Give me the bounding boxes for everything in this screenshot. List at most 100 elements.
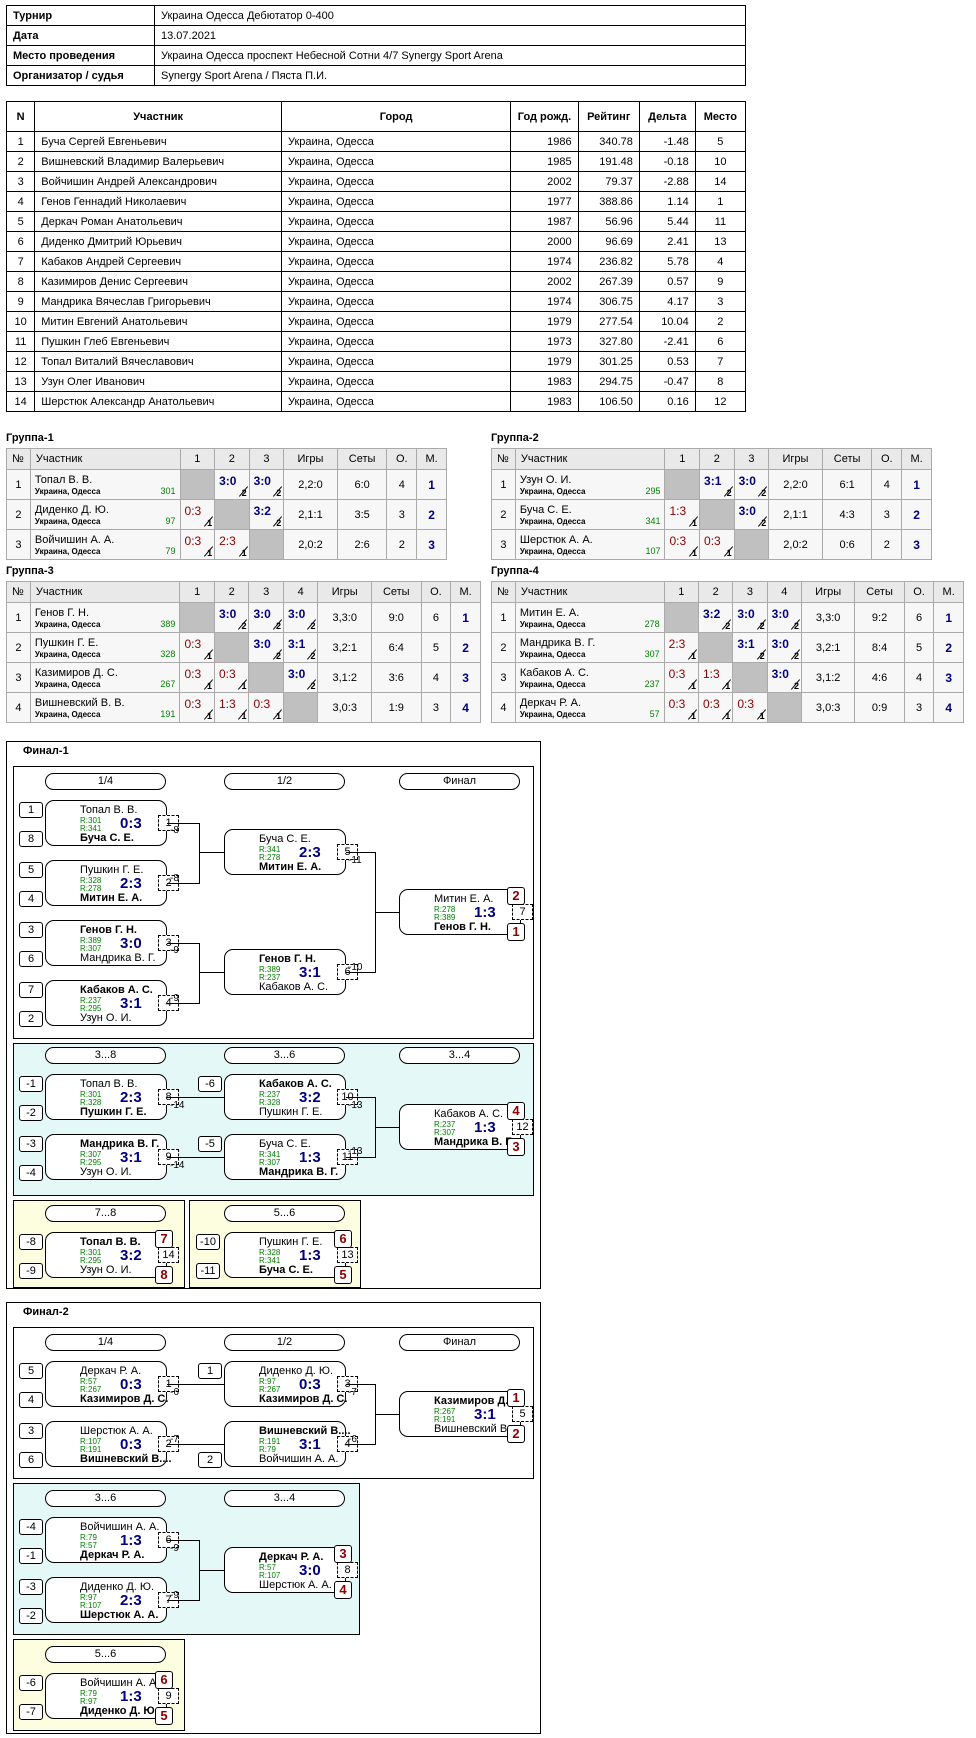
player-cell: Шерстюк А. А. Украина, Одесса 107 <box>514 529 666 560</box>
player-city: Украина, Одесса <box>519 679 586 689</box>
loser-label: -11 <box>348 855 362 866</box>
player-rating: 57 <box>649 709 660 719</box>
player-cell: Генов Г. Н. Украина, Одесса 389 <box>29 602 181 633</box>
table-cell: 2.41 <box>638 231 696 252</box>
match-box: Митин Е. А. R:278 R:389 Генов Г. Н. 1:3 7 <box>399 889 533 935</box>
bracket-line <box>346 1384 376 1385</box>
player-rating: 295 <box>645 486 661 496</box>
score-cell: 3:0 2 <box>213 602 250 633</box>
place-cell: 1 <box>933 602 964 633</box>
match-score: 1:3 <box>120 1532 142 1549</box>
points-cell: 5 <box>420 632 452 663</box>
score-cell: 3:0 2 <box>733 469 770 500</box>
column-header: Участник <box>34 101 282 132</box>
col-sets: Сеты <box>854 581 905 603</box>
group-row: 1 Митин Е. А. Украина, Одесса 278 3:2 2 3:0 2 3:… <box>491 602 964 633</box>
loser-label: -8 <box>170 873 179 884</box>
table-cell: 2 <box>694 311 747 332</box>
info-value: Украина Одесса проспект Небесной Сотни 4… <box>154 45 746 66</box>
table-cell: 13 <box>5 371 36 392</box>
match-number: 14 <box>158 1247 179 1263</box>
table-cell: Буча Сергей Евгеньевич <box>34 131 282 152</box>
score-cell: 3:0 2 <box>282 602 319 633</box>
match-box: Диденко Д. Ю. R:97 R:267 Казимиров Д. С. 0:3… <box>224 1361 358 1407</box>
match-score: 2:3 <box>299 844 321 861</box>
info-row: Организатор / судья Synergy Sport Arena /… <box>6 65 746 86</box>
round-pill: 3...4 <box>224 1490 345 1507</box>
score: 2:3 <box>668 637 686 651</box>
table-cell: 340.78 <box>577 131 640 152</box>
table-cell: 191.48 <box>577 151 640 172</box>
score: 3:0 <box>737 607 755 621</box>
player-b: Войчишин А. А. <box>259 1453 339 1465</box>
match-box: Шерстюк А. А. R:107 R:191 Вишневский В.... 0… <box>45 1421 179 1467</box>
games-cell: 2,1:1 <box>768 499 823 530</box>
col-games: Игры <box>283 448 338 470</box>
player-b: Митин Е. А. <box>80 892 143 904</box>
diagonal-cell <box>733 529 770 560</box>
seed-box: -6 <box>19 1675 43 1691</box>
score: 1:3 <box>702 667 720 681</box>
table-cell: Пушкин Глеб Евгеньевич <box>34 331 282 352</box>
col-place: М. <box>416 448 447 470</box>
table-cell: 1974 <box>510 251 579 272</box>
table-cell: Украина, Одесса <box>280 151 512 172</box>
match-box: Пушкин Г. Е.R:328R:278Митин Е. А.2:32 <box>45 860 179 906</box>
place-cell: 3 <box>901 529 932 560</box>
table-cell: 2002 <box>510 271 579 292</box>
place-cell: 3 <box>933 662 964 693</box>
score: 0:3 <box>669 534 687 548</box>
loser-label: -13 <box>348 1146 363 1157</box>
row-number: 3 <box>491 662 516 693</box>
match-score: 2:3 <box>120 875 142 892</box>
table-cell: Диденко Дмитрий Юрьевич <box>34 231 282 252</box>
table-cell: Вишневский Владимир Валерьевич <box>34 151 282 172</box>
player-cell: Мандрика В. Г. Украина, Одесса 307 <box>514 632 665 663</box>
table-cell: 8 <box>694 371 747 392</box>
table-cell: 79.37 <box>577 171 640 192</box>
col-player: Участник <box>29 448 181 470</box>
place-cell: 2 <box>901 499 932 530</box>
bracket-line <box>199 823 200 884</box>
player-b: Казимиров Д. С. <box>259 1393 348 1405</box>
match-box: Генов Г. Н.R:389R:307Мандрика В. Г.3:03 <box>45 920 179 966</box>
score: 3:0 <box>287 607 306 621</box>
player-b: Пушкин Г. Е. <box>80 1106 147 1118</box>
table-cell: 1987 <box>510 211 579 232</box>
games-cell: 3,2:1 <box>317 632 372 663</box>
table-cell: Украина, Одесса <box>280 331 512 352</box>
games-cell: 2,2:0 <box>768 469 823 500</box>
group-title: Группа-1 <box>6 432 54 444</box>
table-cell: Украина, Одесса <box>280 351 512 372</box>
player-cell: Узун О. И. Украина, Одесса 295 <box>514 469 666 500</box>
column-header: Рейтинг <box>577 101 640 132</box>
score-cell: 0:3 1 <box>732 692 768 723</box>
table-cell: 6 <box>694 331 747 352</box>
points-cell: 3 <box>420 692 452 723</box>
table-cell: Генов Геннадий Николаевич <box>34 191 282 212</box>
match-points: 2 <box>310 681 316 691</box>
match-points: 1 <box>207 548 213 558</box>
diagonal-cell <box>248 529 285 560</box>
loser-label: -9 <box>170 993 179 1004</box>
place-box: 7 <box>155 1230 173 1248</box>
table-cell: 2000 <box>510 231 579 252</box>
group-row: 4 Вишневский В. В. Украина, Одесса 191 0:3 1 1… <box>6 692 481 723</box>
diagonal-cell <box>732 662 768 693</box>
row-number: 1 <box>491 469 516 500</box>
table-cell: 1983 <box>510 371 579 392</box>
player-city: Украина, Одесса <box>34 709 101 719</box>
table-cell: 9 <box>694 271 747 292</box>
place-box: 4 <box>507 1102 525 1120</box>
info-key: Дата <box>6 25 155 46</box>
table-cell: 1977 <box>510 191 579 212</box>
match-points: 2 <box>310 621 316 631</box>
score-cell: 0:3 1 <box>663 692 699 723</box>
diagonal-cell <box>179 602 215 633</box>
score: 1:3 <box>218 697 236 711</box>
score-cell: 3:0 2 <box>766 632 802 663</box>
score-cell: 1:3 1 <box>697 662 734 693</box>
col-opponent: 1 <box>664 448 701 470</box>
match-points: 1 <box>690 711 696 721</box>
table-cell: Украина, Одесса <box>280 191 512 212</box>
